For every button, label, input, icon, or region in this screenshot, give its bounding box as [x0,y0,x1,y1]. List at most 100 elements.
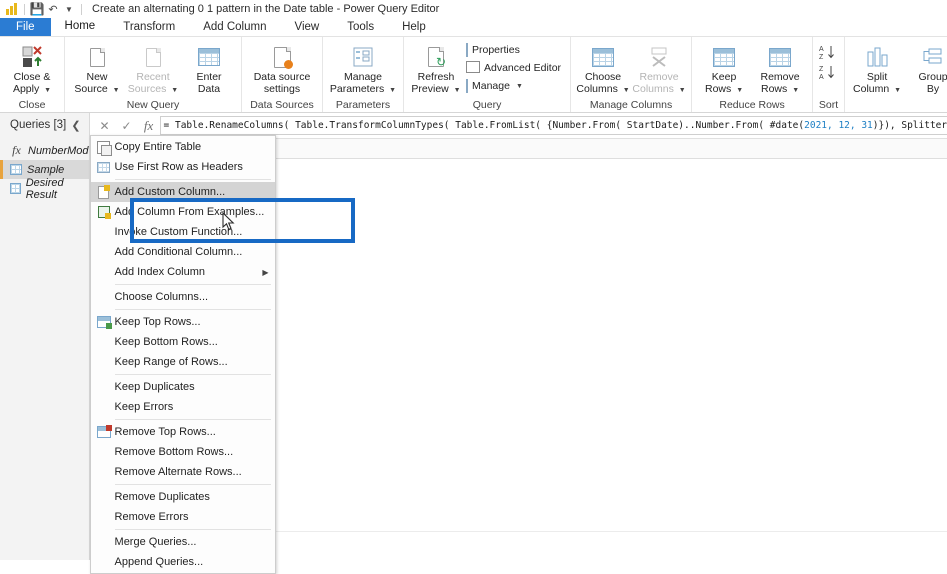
check-icon[interactable]: ✓ [116,119,138,133]
menu-item-label: Choose Columns... [114,291,209,303]
menu-item-remove-duplicates[interactable]: Remove Duplicates [91,487,275,507]
formula-text-post: )}), Splitter.Sp [872,120,947,131]
menu-item-remove-errors[interactable]: Remove Errors [91,507,275,527]
ribbon-group-parameters: Manage Parameters ▼ Parameters [323,37,404,112]
menu-item-use-first-row-as-headers[interactable]: Use First Row as Headers [91,157,275,177]
manage-icon [466,79,468,93]
enter-data-label-2: Data [197,82,221,95]
menu-item-append-queries[interactable]: Append Queries... [91,552,275,572]
remove-columns-icon [647,42,671,72]
close-and-apply-button[interactable]: Close & Apply ▼ [4,40,60,96]
enter-data-button[interactable]: Enter Data [181,40,237,95]
sort-ascending-icon: A Z [819,44,835,63]
function-icon: fx [143,117,154,133]
split-column-button[interactable]: Split Column ▼ [849,40,905,96]
group-by-button[interactable]: Group By [905,40,947,95]
menu-item-remove-alternate-rows[interactable]: Remove Alternate Rows... [91,462,275,482]
sort-descending-icon: Z A [819,64,835,83]
enter-data-label-1: Enter [196,71,222,83]
group-label-new-query: New Query [126,99,180,111]
query-label: Desired Result [25,176,64,201]
menu-item-label: Add Index Column [114,266,206,278]
add-column-examples-icon [93,206,115,219]
ribbon-group-manage-columns: Choose Columns ▼ Remove Columns ▼ Manage… [571,37,693,112]
remove-columns-label-2: Columns ▼ [632,82,686,95]
formula-input[interactable]: = Table.RenameColumns( Table.TransformCo… [159,116,947,135]
menu-item-label: Keep Duplicates [114,381,195,393]
ribbon-group-data-sources: Data source settings Data Sources [242,37,323,112]
table-icon [93,161,115,173]
menu-item-label: Remove Top Rows... [114,426,216,438]
close-icon[interactable]: ✕ [94,119,116,133]
menu-item-add-column-from-examples[interactable]: Add Column From Examples... [91,202,275,222]
menu-separator [114,529,271,530]
remove-columns-button[interactable]: Remove Columns ▼ [631,40,687,96]
remove-rows-button[interactable]: Remove Rows ▼ [752,40,808,96]
menu-item-keep-top-rows[interactable]: Keep Top Rows... [91,312,275,332]
keep-rows-icon [713,42,736,72]
menu-item-label: Use First Row as Headers [114,161,243,173]
add-custom-column-icon [93,184,115,199]
menu-item-choose-columns[interactable]: Choose Columns... [91,287,275,307]
menu-item-remove-bottom-rows[interactable]: Remove Bottom Rows... [91,442,275,462]
sort-ascending-button[interactable]: A Z [817,43,840,63]
menu-item-keep-range-of-rows[interactable]: Keep Range of Rows... [91,352,275,372]
group-label-query: Query [472,99,502,111]
new-source-button[interactable]: New Source ▼ [69,40,125,96]
customize-quick-access-toolbar-icon[interactable]: ▼ [61,2,77,16]
menu-item-label: Invoke Custom Function... [114,226,243,238]
menu-item-label: Keep Top Rows... [114,316,201,328]
manage-button[interactable]: Manage ▼ [464,77,566,95]
query-item-numbermod[interactable]: fx NumberMod [0,141,88,160]
advanced-editor-button[interactable]: Advanced Editor [464,59,566,77]
tab-view[interactable]: View [281,18,334,36]
ribbon-group-new-query: New Source ▼ Recent Sources ▼ Enter Data… [65,37,242,112]
power-bi-logo-icon [4,2,20,16]
tab-file[interactable]: File [0,18,51,36]
advanced-editor-label: Advanced Editor [484,62,562,74]
menu-item-add-conditional-column[interactable]: Add Conditional Column... [91,242,275,262]
manage-parameters-button[interactable]: Manage Parameters ▼ [327,40,399,96]
tab-help[interactable]: Help [388,18,440,36]
properties-button[interactable]: Properties [464,41,566,59]
save-icon[interactable]: 💾 [29,2,45,16]
sort-descending-button[interactable]: Z A [817,63,840,83]
menu-item-keep-bottom-rows[interactable]: Keep Bottom Rows... [91,332,275,352]
manage-label: Manage [472,80,510,92]
menu-separator [114,374,271,375]
menu-separator [114,309,271,310]
ribbon-group-sort: A Z Z A Sort [813,37,846,112]
column-context-menu[interactable]: Copy Entire Table Use First Row as Heade… [89,135,276,574]
svg-text:Z: Z [819,66,824,73]
menu-item-add-index-column[interactable]: Add Index Column ▶ [91,262,275,282]
data-source-settings-button[interactable]: Data source settings [246,40,318,95]
tab-tools[interactable]: Tools [333,18,388,36]
queries-list: fx NumberMod Sample Desired Result [0,137,89,201]
menu-item-invoke-custom-function[interactable]: Invoke Custom Function... [91,222,275,242]
keep-rows-icon [93,316,115,329]
undo-icon[interactable]: ↶ [45,2,61,16]
menu-item-label: Append Queries... [114,556,204,568]
menu-item-remove-top-rows[interactable]: Remove Top Rows... [91,422,275,442]
menu-item-keep-duplicates[interactable]: Keep Duplicates [91,377,275,397]
tab-home[interactable]: Home [50,18,110,36]
tab-transform[interactable]: Transform [109,18,189,36]
menu-item-add-custom-column[interactable]: Add Custom Column... [90,182,275,202]
query-item-desired-result[interactable]: Desired Result [0,176,89,201]
main-area: Queries [3] ❮ fx NumberMod Sample Desire… [0,113,947,574]
menu-item-label: Remove Alternate Rows... [114,466,242,478]
refresh-preview-label-2: Preview ▼ [411,82,461,95]
split-column-label-2: Column ▼ [853,82,902,95]
choose-columns-button[interactable]: Choose Columns ▼ [575,40,631,96]
refresh-preview-button[interactable]: ↻ Refresh Preview ▼ [408,40,464,96]
menu-separator [114,284,271,285]
keep-rows-label-2: Rows ▼ [705,82,744,95]
recent-sources-button[interactable]: Recent Sources ▼ [125,40,181,96]
menu-item-merge-queries[interactable]: Merge Queries... [91,532,275,552]
keep-rows-button[interactable]: Keep Rows ▼ [696,40,752,96]
menu-item-copy-entire-table[interactable]: Copy Entire Table [91,137,275,157]
menu-item-label: Add Conditional Column... [114,246,243,258]
collapse-queries-pane-icon[interactable]: ❮ [71,119,80,132]
menu-item-keep-errors[interactable]: Keep Errors [91,397,275,417]
tab-add-column[interactable]: Add Column [189,18,280,36]
